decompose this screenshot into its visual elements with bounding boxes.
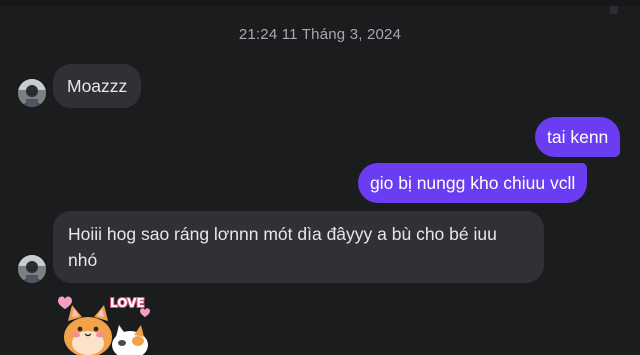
svg-text:LOVE: LOVE — [110, 296, 145, 310]
conversation-timestamp: 21:24 11 Tháng 3, 2024 — [238, 26, 402, 43]
cat-love-sticker[interactable]: LOVE — [52, 289, 154, 355]
message-bubble-incoming[interactable]: Hoiii hog sao ráng lơnnn mót dìa đâyyy a… — [53, 211, 544, 283]
chat-window: 21:24 11 Tháng 3, 2024 Moazzz tai kenn g… — [0, 0, 640, 355]
message-bubble-outgoing[interactable]: gio bị nungg kho chiuu vcll — [358, 163, 588, 203]
cat-love-icon: LOVE — [58, 295, 150, 355]
message-bubble-incoming[interactable]: Moazzz — [53, 64, 142, 108]
more-icon[interactable] — [610, 6, 618, 14]
avatar-image — [18, 79, 46, 107]
contact-avatar[interactable] — [18, 79, 46, 107]
contact-avatar[interactable] — [18, 255, 46, 283]
avatar-image — [18, 255, 46, 283]
message-bubble-outgoing[interactable]: tai kenn — [535, 117, 621, 157]
top-edge — [0, 0, 640, 6]
